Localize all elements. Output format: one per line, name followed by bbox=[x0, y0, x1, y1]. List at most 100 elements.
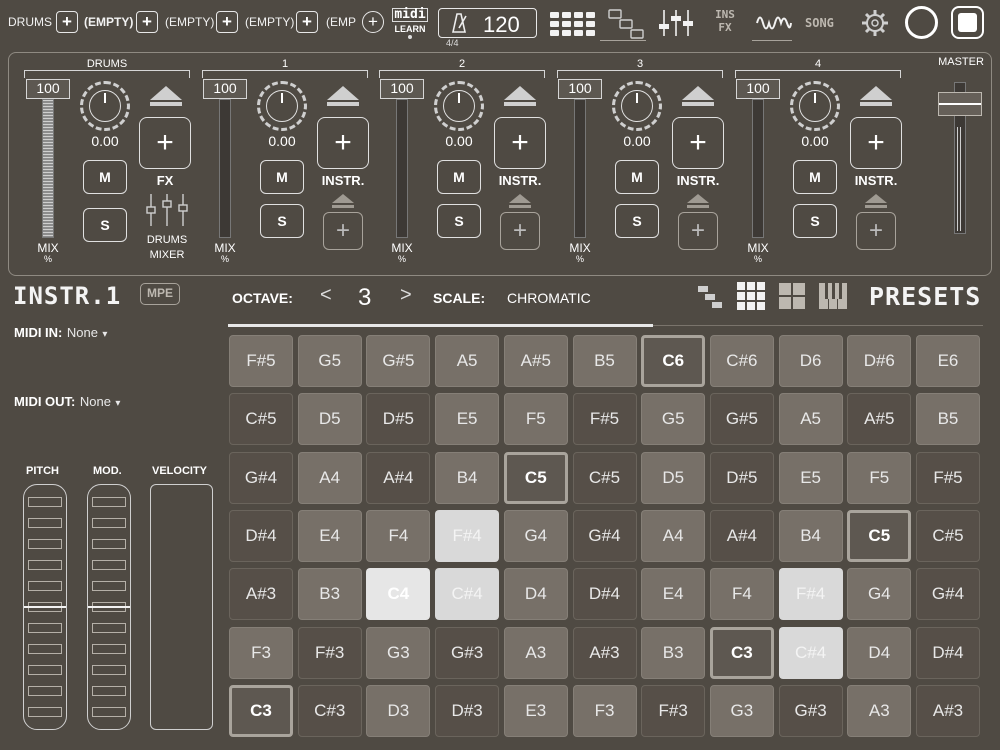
note-pad[interactable]: C#4 bbox=[778, 626, 843, 679]
note-pad[interactable]: E3 bbox=[503, 684, 568, 737]
note-pad[interactable]: C#3 bbox=[297, 684, 362, 737]
mute-button[interactable]: M bbox=[793, 160, 837, 194]
pan-knob[interactable] bbox=[434, 81, 484, 131]
note-pad[interactable]: G3 bbox=[366, 626, 431, 679]
note-pad[interactable]: C5 bbox=[847, 509, 912, 562]
note-pad[interactable]: G#4 bbox=[916, 568, 980, 621]
midi-out-row[interactable]: MIDI OUT: None ▾ bbox=[14, 393, 120, 411]
volume-fader[interactable] bbox=[574, 99, 586, 238]
note-pad[interactable]: C5 bbox=[503, 451, 568, 504]
octave-prev-button[interactable]: < bbox=[320, 284, 332, 307]
note-pad[interactable]: A5 bbox=[778, 393, 843, 446]
note-pad[interactable]: A#3 bbox=[572, 626, 637, 679]
mute-button[interactable]: M bbox=[437, 160, 481, 194]
ins-fx-button[interactable]: INS FX bbox=[707, 8, 743, 34]
note-pad[interactable]: F3 bbox=[572, 684, 637, 737]
add-instrument-button[interactable]: + bbox=[672, 117, 724, 169]
note-pad[interactable]: G#3 bbox=[778, 684, 843, 737]
note-pad[interactable]: C#5 bbox=[916, 509, 980, 562]
note-pad[interactable]: B4 bbox=[435, 451, 500, 504]
mute-button[interactable]: M bbox=[615, 160, 659, 194]
mute-button[interactable]: M bbox=[260, 160, 304, 194]
note-pad[interactable]: G4 bbox=[847, 568, 912, 621]
add-fx-button[interactable]: + bbox=[856, 212, 896, 250]
eject-icon[interactable] bbox=[504, 86, 536, 106]
note-pad[interactable]: A4 bbox=[297, 451, 362, 504]
note-pad[interactable]: F#3 bbox=[297, 626, 362, 679]
volume-value[interactable]: 100 bbox=[380, 79, 424, 99]
waveform-icon[interactable] bbox=[756, 10, 792, 36]
note-pad[interactable]: D5 bbox=[297, 393, 362, 446]
piano-keys-icon[interactable] bbox=[819, 283, 847, 309]
note-pad[interactable]: D6 bbox=[778, 335, 843, 387]
note-pad[interactable]: D#5 bbox=[366, 393, 431, 446]
add-track-button[interactable]: + bbox=[136, 11, 158, 33]
drums-mixer-icon[interactable] bbox=[145, 193, 189, 227]
note-pad[interactable]: F4 bbox=[709, 568, 774, 621]
eject-icon[interactable] bbox=[682, 86, 714, 106]
arrange-icon[interactable] bbox=[608, 8, 646, 40]
add-instrument-button[interactable]: + bbox=[494, 117, 546, 169]
velocity-pad[interactable] bbox=[150, 484, 213, 730]
add-instrument-button[interactable]: + bbox=[317, 117, 369, 169]
add-track-button[interactable]: + bbox=[56, 11, 78, 33]
note-pad[interactable]: E4 bbox=[641, 568, 706, 621]
track-tab-1[interactable]: (EMPTY) bbox=[84, 15, 133, 29]
note-pad[interactable]: D4 bbox=[847, 626, 912, 679]
note-pad[interactable]: A#3 bbox=[916, 684, 980, 737]
note-pad[interactable]: B4 bbox=[778, 509, 843, 562]
note-pad[interactable]: C#5 bbox=[572, 451, 637, 504]
note-pad[interactable]: C#4 bbox=[435, 568, 500, 621]
note-pad[interactable]: G5 bbox=[297, 335, 362, 387]
note-pad[interactable]: D#4 bbox=[916, 626, 980, 679]
note-pad[interactable]: E4 bbox=[297, 509, 362, 562]
add-fx-button[interactable]: + bbox=[500, 212, 540, 250]
note-pad[interactable]: F#5 bbox=[572, 393, 637, 446]
pan-knob[interactable] bbox=[790, 81, 840, 131]
note-pad[interactable]: F5 bbox=[503, 393, 568, 446]
note-pad[interactable]: F#5 bbox=[916, 451, 980, 504]
note-pad[interactable]: A3 bbox=[847, 684, 912, 737]
note-pad[interactable]: A#5 bbox=[847, 393, 912, 446]
volume-value[interactable]: 100 bbox=[736, 79, 780, 99]
add-fx-button[interactable]: + bbox=[139, 117, 191, 169]
note-pad[interactable]: A3 bbox=[503, 626, 568, 679]
mod-wheel[interactable] bbox=[87, 484, 131, 730]
fx-eject-icon[interactable] bbox=[687, 194, 709, 208]
note-pad[interactable]: C6 bbox=[641, 335, 706, 387]
track-tab-3[interactable]: (EMPTY) bbox=[245, 15, 294, 29]
pitch-wheel[interactable] bbox=[23, 484, 67, 730]
drum-pads-icon[interactable] bbox=[697, 284, 723, 308]
note-pad[interactable]: C#5 bbox=[229, 393, 293, 446]
tempo-box[interactable]: 120 bbox=[438, 8, 537, 38]
note-pad[interactable]: D#3 bbox=[435, 684, 500, 737]
gear-icon[interactable] bbox=[861, 9, 889, 37]
note-pad[interactable]: B3 bbox=[297, 568, 362, 621]
note-pad[interactable]: G5 bbox=[641, 393, 706, 446]
note-pad[interactable]: C3 bbox=[709, 626, 774, 679]
presets-button[interactable]: PRESETS bbox=[869, 282, 981, 311]
mixer-icon[interactable] bbox=[658, 8, 694, 38]
add-fx-button[interactable]: + bbox=[323, 212, 363, 250]
stop-button[interactable] bbox=[951, 6, 984, 39]
note-pad[interactable]: G#4 bbox=[229, 451, 293, 504]
note-pad[interactable]: D3 bbox=[366, 684, 431, 737]
fx-eject-icon[interactable] bbox=[332, 194, 354, 208]
pan-knob[interactable] bbox=[80, 81, 130, 131]
solo-button[interactable]: S bbox=[615, 204, 659, 238]
solo-button[interactable]: S bbox=[437, 204, 481, 238]
note-pad[interactable]: G#3 bbox=[435, 626, 500, 679]
note-pad[interactable]: E5 bbox=[778, 451, 843, 504]
volume-fader[interactable] bbox=[752, 99, 764, 238]
note-pad[interactable]: F#5 bbox=[229, 335, 293, 387]
mute-button[interactable]: M bbox=[83, 160, 127, 194]
note-pad[interactable]: E5 bbox=[435, 393, 500, 446]
volume-fader[interactable] bbox=[42, 99, 54, 238]
solo-button[interactable]: S bbox=[260, 204, 304, 238]
big-pads-icon[interactable] bbox=[779, 283, 805, 309]
midi-in-row[interactable]: MIDI IN: None ▾ bbox=[14, 324, 107, 342]
note-pad[interactable]: G#4 bbox=[572, 509, 637, 562]
pan-knob[interactable] bbox=[257, 81, 307, 131]
track-tab-2[interactable]: (EMPTY) bbox=[165, 15, 214, 29]
note-pad[interactable]: A#5 bbox=[503, 335, 568, 387]
